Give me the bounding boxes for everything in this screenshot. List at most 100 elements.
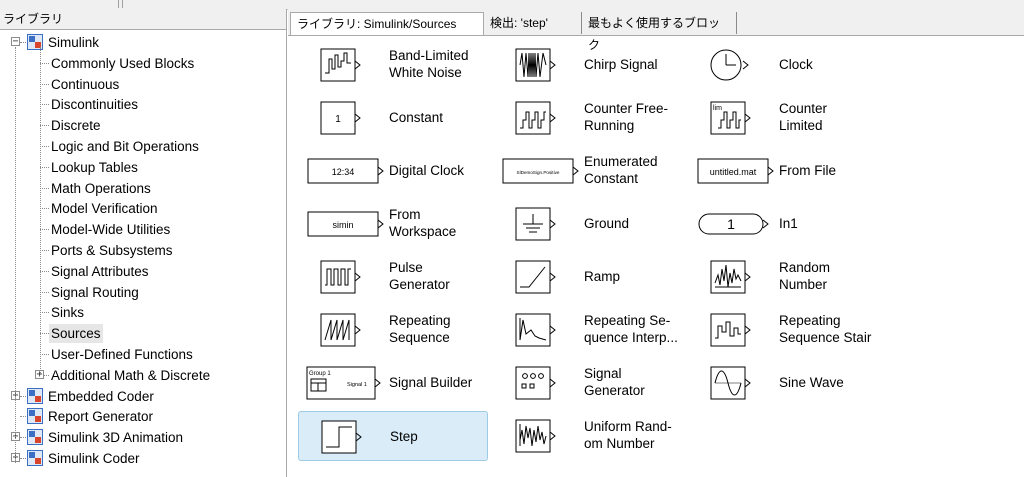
tree-item[interactable]: + Simulink Coder <box>0 448 284 469</box>
block-inport[interactable]: 1 In1 <box>688 199 878 249</box>
block-sine-wave[interactable]: Sine Wave <box>688 358 878 408</box>
block-step[interactable]: Step <box>298 411 488 461</box>
tree-item[interactable]: Model Verification <box>0 198 284 219</box>
block-from-workspace[interactable]: simin From Workspace <box>298 199 488 249</box>
tree-item[interactable]: Report Generator <box>0 406 284 427</box>
block-constant[interactable]: 1 Constant <box>298 93 488 143</box>
tree-item[interactable]: + Embedded Coder <box>0 386 284 407</box>
block-label: Chirp Signal <box>584 57 658 72</box>
block-label: Uniform Rand- om Number <box>584 419 672 451</box>
block-repeating-sequence-interp[interactable]: Repeating Se- quence Interp... <box>493 305 683 355</box>
tree-item[interactable]: User-Defined Functions <box>0 344 284 365</box>
tree-item-label: Sinks <box>51 305 85 321</box>
block-label: From File <box>779 163 836 178</box>
tree-item[interactable]: + Additional Math & Discrete <box>0 365 284 386</box>
block-label: Constant <box>389 110 444 125</box>
repeating-sequence-icon <box>316 310 364 350</box>
tree-item-label: Model Verification <box>51 201 158 217</box>
tree-item-label: Discrete <box>51 118 101 134</box>
tab-most-used[interactable]: 最もよく使用するブロック <box>582 12 737 52</box>
toolbar-splitter[interactable] <box>118 0 123 8</box>
tree-item-label: Simulink 3D Animation <box>48 430 184 446</box>
pulse-generator-icon <box>316 257 364 297</box>
library-icon <box>27 450 43 466</box>
tree-item[interactable]: + Simulink 3D Animation <box>0 427 284 448</box>
block-label: From Workspace <box>389 207 457 239</box>
tree-item-label: Ports & Subsystems <box>51 243 173 258</box>
block-band-limited-noise[interactable]: Band-Limited White Noise <box>298 40 488 90</box>
block-label: Clock <box>779 57 813 72</box>
block-uniform-random-number[interactable]: Uniform Rand- om Number <box>493 411 683 461</box>
block-signal-generator[interactable]: Signal Generator <box>493 358 683 408</box>
tree-item[interactable]: Discontinuities <box>0 94 284 115</box>
tree-item[interactable]: Ports & Subsystems <box>0 240 284 261</box>
block-ramp[interactable]: Ramp <box>493 252 683 302</box>
block-random-number[interactable]: Random Number <box>688 252 878 302</box>
block-clock[interactable]: Clock <box>688 40 878 90</box>
block-pulse-generator[interactable]: Pulse Generator <box>298 252 488 302</box>
tab-bar: ライブラリ: Simulink/Sources 検出: 'step' 最もよく使用す… <box>288 9 1024 52</box>
svg-text:Group 1: Group 1 <box>309 371 331 377</box>
block-ground[interactable]: Ground <box>493 199 683 249</box>
block-digital-clock[interactable]: 12:34 Digital Clock <box>298 146 488 196</box>
block-signal-builder[interactable]: Group 1 Signal 1 Signal Builder <box>298 358 488 408</box>
block-from-file[interactable]: untitled.mat From File <box>688 146 878 196</box>
tree-item[interactable]: Lookup Tables <box>0 157 284 178</box>
tree-connector <box>40 62 49 64</box>
library-browser-panel: ライブラリ − Simulink Commonly Used Blocks Conti… <box>0 9 287 477</box>
block-label: Repeating Sequence Stair <box>779 313 872 345</box>
svg-text:untitled.mat: untitled.mat <box>710 167 757 177</box>
collapse-icon[interactable]: − <box>11 37 20 47</box>
block-enumerated-constant[interactable]: SlDemoSign.Positive Enumerated Constant <box>493 146 683 196</box>
tree-connector <box>40 229 49 231</box>
block-list-panel: ライブラリ: Simulink/Sources 検出: 'step' 最もよく使用す… <box>288 9 1024 477</box>
library-icon <box>27 429 43 446</box>
svg-text:simin: simin <box>332 220 353 230</box>
tree-item[interactable]: Sinks <box>0 302 284 323</box>
tree-connector <box>40 104 49 106</box>
clock-icon <box>706 45 754 85</box>
library-icon <box>27 408 43 425</box>
block-label: Counter Free- Running <box>584 101 669 133</box>
tree-item-label: Lookup Tables <box>51 159 138 175</box>
tree-item[interactable]: Commonly Used Blocks <box>0 53 284 74</box>
tab-search-step[interactable]: 検出: 'step' <box>484 12 582 34</box>
tree-item-label: Continuous <box>51 76 120 92</box>
block-chirp-signal[interactable]: Chirp Signal <box>493 40 683 90</box>
block-counter-limited[interactable]: lim Counter Limited <box>688 93 878 143</box>
constant-icon: 1 <box>316 98 364 138</box>
toolbar-segment <box>0 0 119 8</box>
tree-guide-line <box>15 47 16 463</box>
svg-text:1: 1 <box>335 114 341 125</box>
counter-free-running-icon <box>511 98 559 138</box>
tree-guide-line <box>40 47 41 375</box>
block-label: Random Number <box>779 260 831 292</box>
tree-item[interactable]: Signal Routing <box>0 282 284 303</box>
tree-connector <box>40 291 49 293</box>
tree-connector <box>20 437 26 439</box>
tree-item[interactable]: Continuous <box>0 74 284 95</box>
tree-item[interactable]: Logic and Bit Operations <box>0 136 284 157</box>
tree-connector <box>40 146 49 147</box>
tree-connector <box>40 208 49 210</box>
tree-item[interactable]: − Simulink <box>0 32 284 53</box>
block-label: Counter Limited <box>779 101 828 133</box>
tree-item-label: Additional Math & Discrete <box>51 367 211 383</box>
tree-item[interactable]: Signal Attributes <box>0 261 284 282</box>
block-label: Step <box>390 429 418 444</box>
svg-text:1: 1 <box>727 216 735 232</box>
block-repeating-sequence-stair[interactable]: Repeating Sequence Stair <box>688 305 878 355</box>
tab-library-sources[interactable]: ライブラリ: Simulink/Sources <box>290 12 484 35</box>
uniform-random-number-icon <box>511 416 559 456</box>
from-workspace-icon: simin <box>307 210 387 238</box>
counter-limited-icon: lim <box>706 98 754 138</box>
tree-item-label: Discontinuities <box>51 97 139 113</box>
tree-item-label: Logic and Bit Operations <box>51 139 199 154</box>
tree-item[interactable]: Math Operations <box>0 178 284 199</box>
tree-item[interactable]: Discrete <box>0 115 284 136</box>
random-number-icon <box>706 257 754 297</box>
block-counter-free-running[interactable]: Counter Free- Running <box>493 93 683 143</box>
block-repeating-sequence[interactable]: Repeating Sequence <box>298 305 488 355</box>
tree-item[interactable]: Sources <box>0 323 284 344</box>
tree-item[interactable]: Model-Wide Utilities <box>0 219 284 240</box>
